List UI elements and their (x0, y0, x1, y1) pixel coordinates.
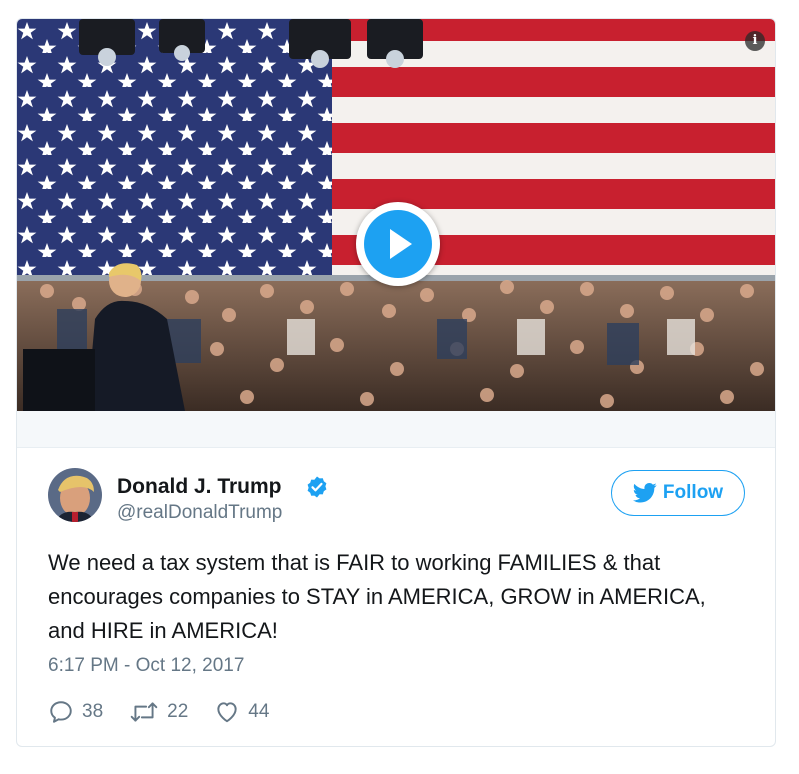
follow-button[interactable]: Follow (611, 470, 745, 516)
heart-icon (217, 702, 237, 723)
reply-icon (50, 701, 72, 723)
retweet-button[interactable]: 22 (129, 699, 188, 725)
reply-count: 38 (82, 701, 104, 722)
info-icon[interactable]: i (745, 31, 765, 51)
video-thumbnail[interactable]: i (17, 19, 775, 411)
avatar-image (48, 468, 102, 522)
retweet-count: 22 (167, 701, 189, 722)
play-button[interactable] (356, 202, 440, 286)
reply-button[interactable]: 38 (48, 699, 103, 725)
tweet-timestamp[interactable]: 6:17 PM - Oct 12, 2017 (48, 655, 244, 677)
verified-badge-icon (307, 476, 327, 498)
avatar[interactable] (48, 468, 102, 522)
retweet-icon (130, 702, 158, 722)
display-name[interactable]: Donald J. Trump (117, 475, 282, 499)
media-footer-bar (17, 411, 775, 448)
like-count: 44 (248, 701, 270, 722)
tweet-actions: 38 22 44 (48, 697, 295, 727)
twitter-bird-icon (632, 483, 657, 503)
play-icon (364, 210, 432, 278)
tweet-card: i Donald J. Trump @realDonaldTrump Follo… (16, 18, 776, 747)
like-button[interactable]: 44 (214, 699, 269, 725)
tweet-text: We need a tax system that is FAIR to wor… (48, 550, 706, 643)
follow-label: Follow (662, 482, 724, 503)
user-handle[interactable]: @realDonaldTrump (117, 502, 282, 524)
